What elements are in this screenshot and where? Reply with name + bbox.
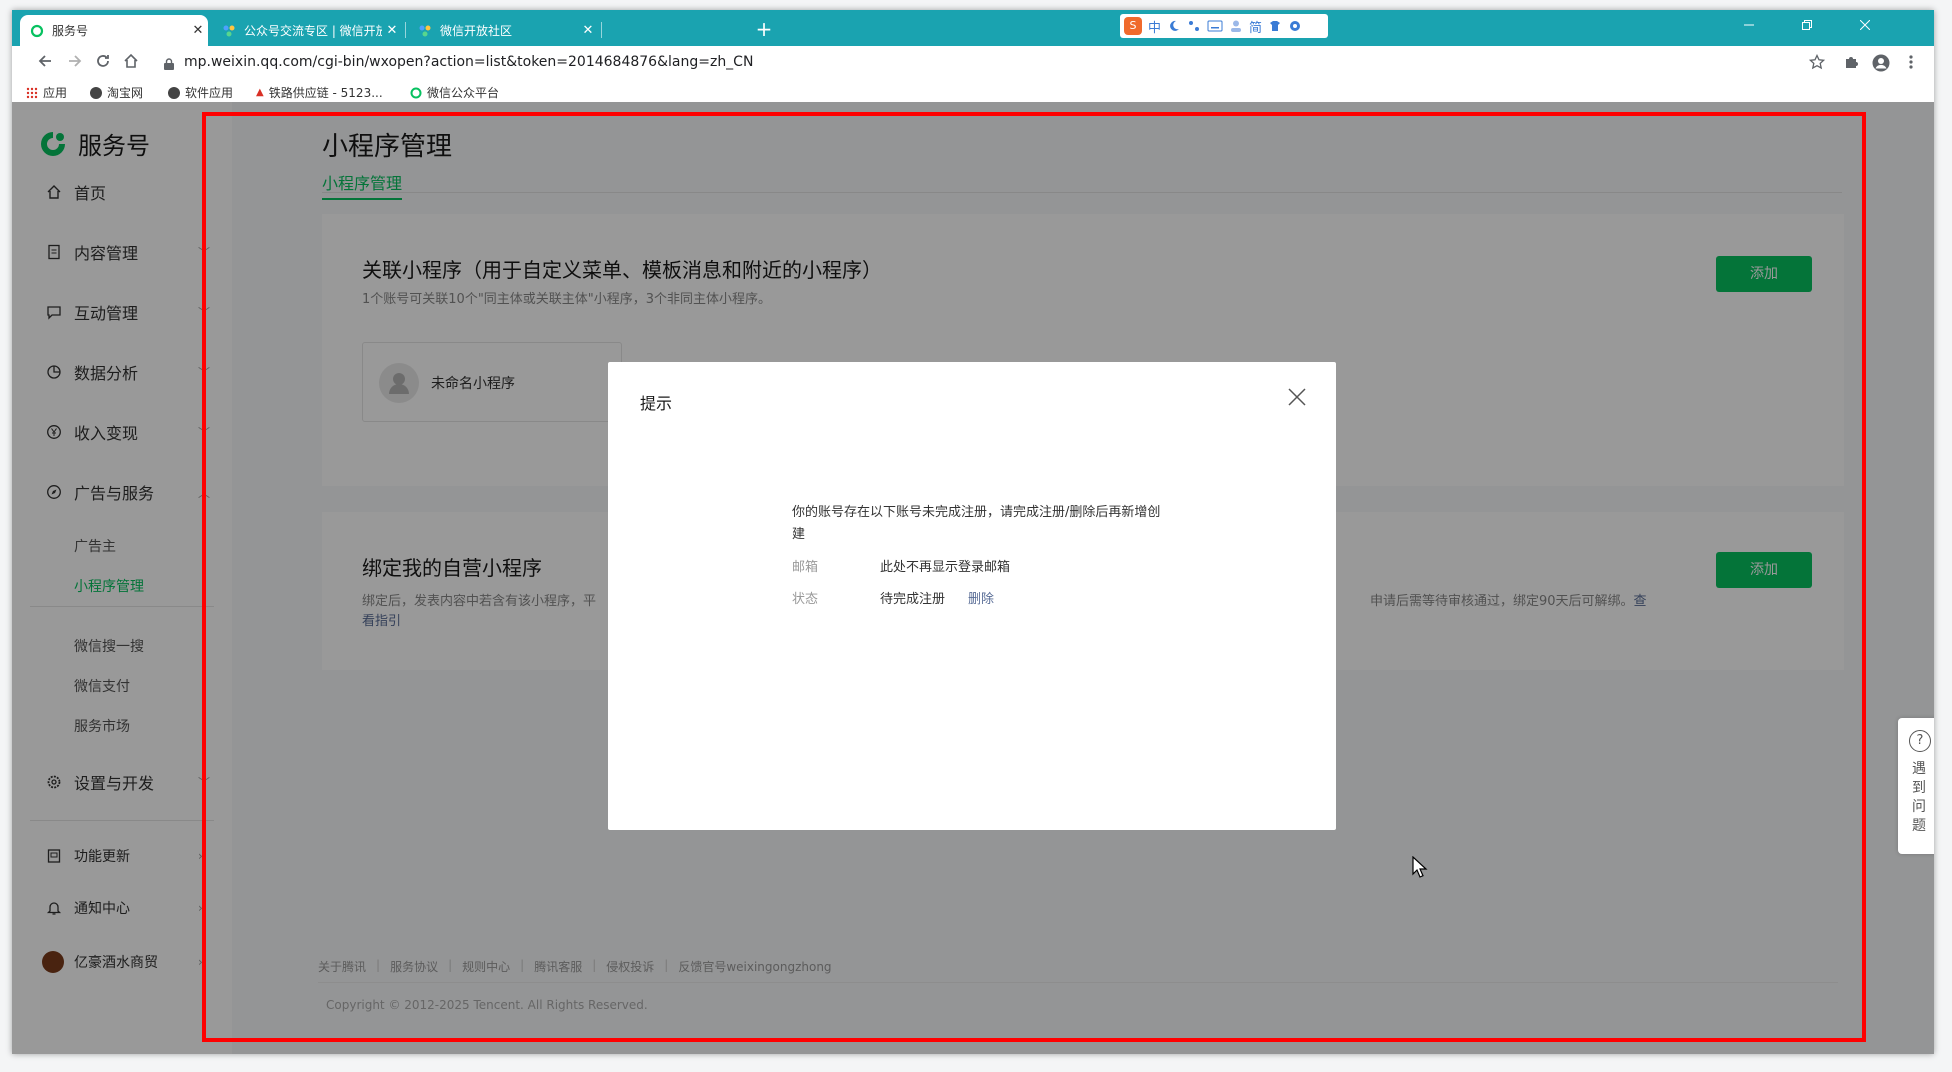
sogou-icon: S [1124,17,1142,35]
tab-title: 服务号 [52,24,89,38]
bookmark-star-button[interactable] [1806,53,1828,76]
minimize-button[interactable] [1734,18,1764,38]
keyboard-icon[interactable] [1207,19,1223,33]
globe-icon [90,86,102,99]
account-icon [1872,54,1890,72]
extensions-button[interactable] [1840,54,1862,76]
help-label: 遇到问题 [1912,761,1926,834]
wechat-mp-icon [30,24,44,37]
mouse-cursor-icon [1412,856,1428,878]
tab-title: 微信开放社区 [440,24,513,38]
minimize-icon [1744,24,1754,26]
close-icon [1859,19,1871,31]
close-icon[interactable]: ✕ [578,23,598,38]
bookmark-label: 铁路供应链 - 5123... [268,86,383,100]
ime-mode[interactable]: 中 [1148,17,1161,36]
skin-icon[interactable] [1268,19,1282,33]
star-icon [1808,53,1826,70]
lock-icon [164,58,174,70]
bookmark-wechat-mp[interactable]: 微信公众平台 [410,84,499,101]
ime-charset[interactable]: 简 [1249,17,1262,36]
profile-button[interactable] [1870,54,1892,76]
browser-tab[interactable]: 公众号交流专区 | 微信开放社区 ✕ [212,15,402,46]
bookmark-label: 微信公众平台 [427,86,500,100]
back-button[interactable] [34,53,56,75]
reload-button[interactable] [92,53,114,75]
new-tab-button[interactable]: + [752,18,776,42]
more-vert-icon [1909,55,1913,69]
reload-icon [97,55,109,67]
close-icon[interactable]: ✕ [382,23,402,38]
browser-tab-active[interactable]: 服务号 ✕ [20,15,208,46]
bookmark-software[interactable]: 软件应用 [168,84,233,101]
home-button[interactable] [120,53,142,75]
close-window-button[interactable] [1850,18,1880,38]
tab-strip: 服务号 ✕ 公众号交流专区 | 微信开放社区 ✕ 微信开放社区 ✕ + S 中 … [12,10,1934,46]
apps-grid-icon [26,87,38,98]
restore-button[interactable] [1792,18,1822,38]
tab-title: 公众号交流专区 | 微信开放社区 [244,24,382,38]
community-icon [419,25,431,36]
bookmarks-bar: 应用 淘宝网 软件应用 ▲ 铁路供应链 - 5123... 微信公众平台 [12,82,1934,102]
bookmark-label: 淘宝网 [107,86,144,100]
tab-separator [601,22,602,38]
browser-menu-button[interactable] [1900,54,1922,76]
desktop: 服务号 ✕ 公众号交流专区 | 微信开放社区 ✕ 微信开放社区 ✕ + S 中 … [0,0,1952,1072]
bookmark-label: 应用 [43,86,68,100]
browser-toolbar: mp.weixin.qq.com/cgi-bin/wxopen?action=l… [12,46,1934,82]
railway-icon: ▲ [256,87,264,98]
arrow-left-icon [38,55,51,67]
highlight-frame [202,112,1866,1042]
restore-icon [1802,20,1812,30]
browser-window: 服务号 ✕ 公众号交流专区 | 微信开放社区 ✕ 微信开放社区 ✕ + S 中 … [12,10,1934,1054]
community-icon [223,25,235,36]
punctuation-icon[interactable] [1187,19,1201,33]
ime-toolbar[interactable]: S 中 简 [1120,14,1328,38]
close-icon[interactable]: ✕ [188,23,208,38]
moon-icon[interactable] [1167,19,1181,33]
help-widget[interactable]: ? 遇到问题 [1898,718,1934,854]
arrow-right-icon [69,55,82,67]
globe-icon [168,86,180,99]
bookmark-taobao[interactable]: 淘宝网 [90,84,143,101]
bookmark-railway[interactable]: ▲ 铁路供应链 - 5123... [256,84,383,101]
wechat-mp-icon [410,87,422,98]
address-bar[interactable]: mp.weixin.qq.com/cgi-bin/wxopen?action=l… [184,54,753,70]
home-icon [124,53,138,68]
forward-button[interactable] [64,53,86,75]
question-icon: ? [1909,730,1931,752]
browser-tab[interactable]: 微信开放社区 ✕ [408,15,598,46]
gear-icon[interactable] [1288,19,1302,33]
bookmark-apps[interactable]: 应用 [26,84,67,101]
tab-separator [405,22,406,38]
user-icon[interactable] [1229,19,1243,33]
bookmark-label: 软件应用 [185,86,234,100]
puzzle-icon [1846,57,1858,68]
